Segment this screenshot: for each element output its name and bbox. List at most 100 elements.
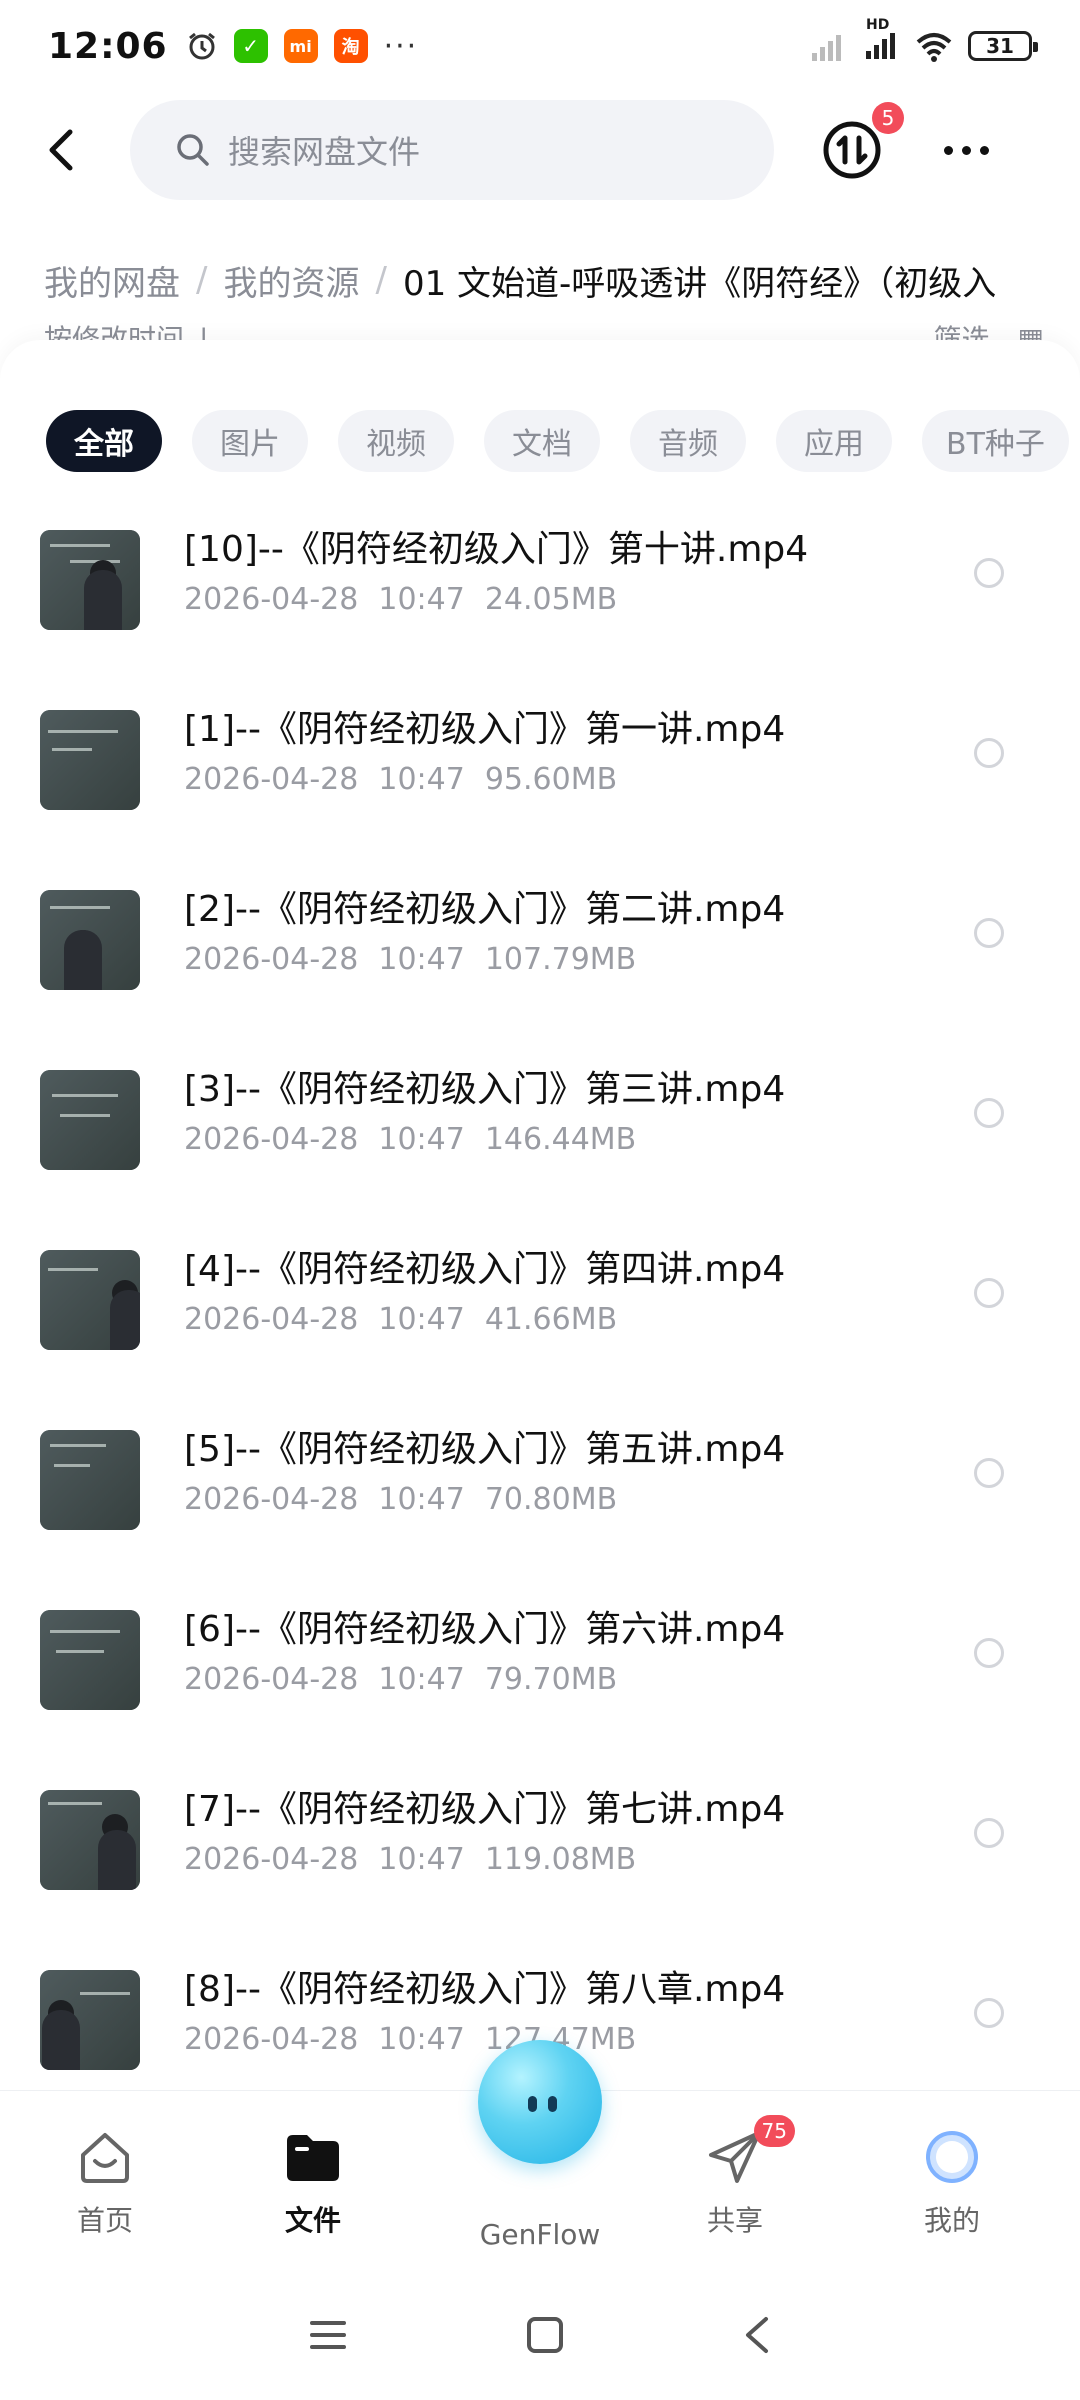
file-row[interactable]: [10]--《阴符经初级入门》第十讲.mp4 2026-04-28 10:47 24…	[0, 520, 1080, 700]
file-meta: 2026-04-28 10:47 95.60MB	[184, 762, 618, 797]
file-row[interactable]: [7]--《阴符经初级入门》第七讲.mp4 2026-04-28 10:47 119…	[0, 1780, 1080, 1960]
video-thumbnail	[40, 710, 140, 810]
file-meta: 2026-04-28 10:47 79.70MB	[184, 1662, 618, 1697]
chip-documents[interactable]: 文档	[484, 410, 600, 472]
select-checkbox[interactable]	[974, 1278, 1004, 1308]
video-thumbnail	[40, 1610, 140, 1710]
transfer-button[interactable]: 5	[820, 102, 904, 182]
chip-all[interactable]: 全部	[46, 410, 162, 472]
video-thumbnail	[40, 1070, 140, 1170]
more-notifications-icon: ···	[383, 28, 419, 64]
select-checkbox[interactable]	[974, 738, 1004, 768]
file-name: [6]--《阴符经初级入门》第六讲.mp4	[184, 1609, 786, 1650]
nav-item-files[interactable]: 文件	[238, 2091, 388, 2251]
select-checkbox[interactable]	[974, 1458, 1004, 1488]
battery-icon: 31	[968, 31, 1038, 61]
menu-icon[interactable]	[308, 2317, 348, 2353]
file-row[interactable]: [1]--《阴符经初级入门》第一讲.mp4 2026-04-28 10:47 95.…	[0, 700, 1080, 880]
select-checkbox[interactable]	[974, 1098, 1004, 1128]
search-placeholder: 搜索网盘文件	[228, 133, 421, 171]
status-notification-icons: ✓ mi 淘 ···	[186, 29, 419, 64]
chip-videos[interactable]: 视频	[338, 410, 454, 472]
file-name: [8]--《阴符经初级入门》第八章.mp4	[184, 1969, 786, 2010]
folder-icon	[281, 2125, 345, 2189]
back-triangle-icon[interactable]	[742, 2315, 772, 2355]
chip-audio[interactable]: 音频	[630, 410, 746, 472]
paper-plane-icon: 75	[703, 2115, 795, 2189]
file-name: [2]--《阴符经初级入门》第二讲.mp4	[184, 889, 786, 930]
top-header: 搜索网盘文件 5	[0, 100, 1080, 200]
filter-chips: 全部 图片 视频 文档 音频 应用 BT种子	[46, 410, 1069, 472]
back-button[interactable]	[36, 120, 84, 180]
chip-apps[interactable]: 应用	[776, 410, 892, 472]
select-checkbox[interactable]	[974, 1818, 1004, 1848]
video-thumbnail	[40, 1970, 140, 2070]
file-row[interactable]: [6]--《阴符经初级入门》第六讲.mp4 2026-04-28 10:47 79.…	[0, 1600, 1080, 1780]
wechat-icon: ✓	[233, 29, 268, 63]
signal-hd-icon: HD	[866, 17, 900, 63]
file-meta: 2026-04-28 10:47 146.44MB	[184, 1122, 637, 1157]
breadcrumb-current-folder: 01 文始道-呼吸透讲《阴符经》（初级入	[402, 263, 997, 304]
video-thumbnail	[40, 890, 140, 990]
breadcrumb: 我的网盘 / 我的资源 / 01 文始道-呼吸透讲《阴符经》（初级入	[44, 250, 1080, 310]
genflow-icon[interactable]	[478, 2040, 602, 2164]
select-checkbox[interactable]	[974, 1638, 1004, 1668]
file-name: [1]--《阴符经初级入门》第一讲.mp4	[184, 709, 786, 750]
mi-icon: mi	[283, 29, 318, 63]
share-badge: 75	[753, 2115, 795, 2147]
select-checkbox[interactable]	[974, 918, 1004, 948]
transfer-badge: 5	[872, 102, 904, 134]
file-meta: 2026-04-28 10:47 119.08MB	[184, 1842, 637, 1877]
file-name: [10]--《阴符经初级入门》第十讲.mp4	[184, 529, 809, 570]
more-options-button[interactable]	[944, 145, 989, 155]
file-meta: 2026-04-28 10:47 70.80MB	[184, 1482, 618, 1517]
search-input[interactable]: 搜索网盘文件	[130, 100, 774, 200]
nav-item-profile[interactable]: 我的	[877, 2091, 1027, 2251]
wifi-icon	[916, 33, 952, 62]
nav-label-home: 首页	[76, 2204, 133, 2237]
alarm-icon	[188, 32, 215, 60]
nav-label-share: 共享	[706, 2204, 763, 2237]
file-meta: 2026-04-28 10:47 24.05MB	[184, 582, 618, 617]
home-icon	[73, 2125, 137, 2189]
home-square-icon[interactable]	[525, 2315, 565, 2355]
select-checkbox[interactable]	[974, 1998, 1004, 2028]
video-thumbnail	[40, 530, 140, 630]
file-row[interactable]: [4]--《阴符经初级入门》第四讲.mp4 2026-04-28 10:47 41.…	[0, 1240, 1080, 1420]
taobao-icon: 淘	[333, 29, 368, 63]
chip-bt-torrents[interactable]: BT种子	[922, 410, 1069, 472]
breadcrumb-item-my-drive[interactable]: 我的网盘	[44, 256, 180, 305]
more-dot-icon	[962, 145, 971, 155]
file-row[interactable]: [3]--《阴符经初级入门》第三讲.mp4 2026-04-28 10:47 146…	[0, 1060, 1080, 1240]
file-row[interactable]: [5]--《阴符经初级入门》第五讲.mp4 2026-04-28 10:47 70.…	[0, 1420, 1080, 1600]
file-name: [4]--《阴符经初级入门》第四讲.mp4	[184, 1249, 786, 1290]
video-thumbnail	[40, 1250, 140, 1350]
more-dot-icon	[980, 145, 989, 155]
nav-label-genflow: GenFlow	[479, 2218, 601, 2251]
status-bar: 12:06 ✓ mi 淘 ··· HD 31	[0, 0, 1080, 92]
file-meta: 2026-04-28 10:47 107.79MB	[184, 942, 637, 977]
nav-item-share[interactable]: 75 共享	[660, 2091, 810, 2251]
chevron-left-icon	[49, 129, 73, 171]
system-navigation-bar	[0, 2270, 1080, 2400]
nav-label-files: 文件	[284, 2204, 341, 2237]
file-meta: 2026-04-28 10:47 41.66MB	[184, 1302, 618, 1337]
breadcrumb-separator: /	[375, 260, 387, 300]
more-dot-icon	[944, 145, 953, 155]
search-icon	[177, 134, 209, 166]
file-list: [10]--《阴符经初级入门》第十讲.mp4 2026-04-28 10:47 24…	[0, 520, 1080, 2140]
breadcrumb-separator: /	[196, 260, 208, 300]
select-checkbox[interactable]	[974, 558, 1004, 588]
video-thumbnail	[40, 1790, 140, 1890]
nav-label-profile: 我的	[923, 2204, 980, 2237]
profile-icon	[920, 2125, 984, 2189]
file-name: [5]--《阴符经初级入门》第五讲.mp4	[184, 1429, 786, 1470]
file-row[interactable]: [2]--《阴符经初级入门》第二讲.mp4 2026-04-28 10:47 107…	[0, 880, 1080, 1060]
breadcrumb-item-my-resources[interactable]: 我的资源	[223, 256, 359, 305]
file-name: [7]--《阴符经初级入门》第七讲.mp4	[184, 1789, 786, 1830]
file-name: [3]--《阴符经初级入门》第三讲.mp4	[184, 1069, 786, 1110]
signal-icon	[812, 35, 841, 61]
chip-images[interactable]: 图片	[192, 410, 308, 472]
status-system-icons: HD 31	[812, 17, 1038, 63]
nav-item-home[interactable]: 首页	[30, 2091, 180, 2251]
